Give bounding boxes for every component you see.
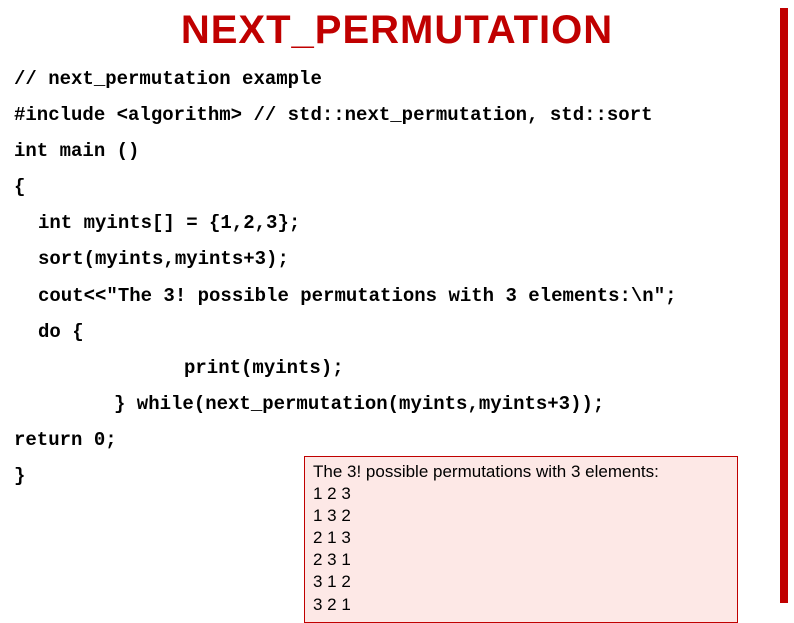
code-line: return 0;	[14, 422, 780, 458]
output-line: 1 2 3	[313, 483, 729, 505]
code-line: } while(next_permutation(myints,myints+3…	[14, 386, 780, 422]
output-line: 3 2 1	[313, 594, 729, 616]
code-line: do {	[14, 314, 780, 350]
output-line: 2 3 1	[313, 549, 729, 571]
output-line: 2 1 3	[313, 527, 729, 549]
output-line: The 3! possible permutations with 3 elem…	[313, 461, 729, 483]
code-line: {	[14, 169, 780, 205]
code-line: sort(myints,myints+3);	[14, 241, 780, 277]
accent-bar	[780, 8, 788, 603]
code-line: print(myints);	[14, 350, 780, 386]
code-block: // next_permutation example #include <al…	[0, 59, 794, 494]
output-line: 1 3 2	[313, 505, 729, 527]
code-line: int main ()	[14, 133, 780, 169]
output-box: The 3! possible permutations with 3 elem…	[304, 456, 738, 623]
code-line: #include <algorithm> // std::next_permut…	[14, 97, 780, 133]
code-line: // next_permutation example	[14, 61, 780, 97]
code-line: cout<<"The 3! possible permutations with…	[14, 278, 780, 314]
output-line: 3 1 2	[313, 571, 729, 593]
code-line: int myints[] = {1,2,3};	[14, 205, 780, 241]
slide-title: NEXT_PERMUTATION	[0, 8, 794, 53]
